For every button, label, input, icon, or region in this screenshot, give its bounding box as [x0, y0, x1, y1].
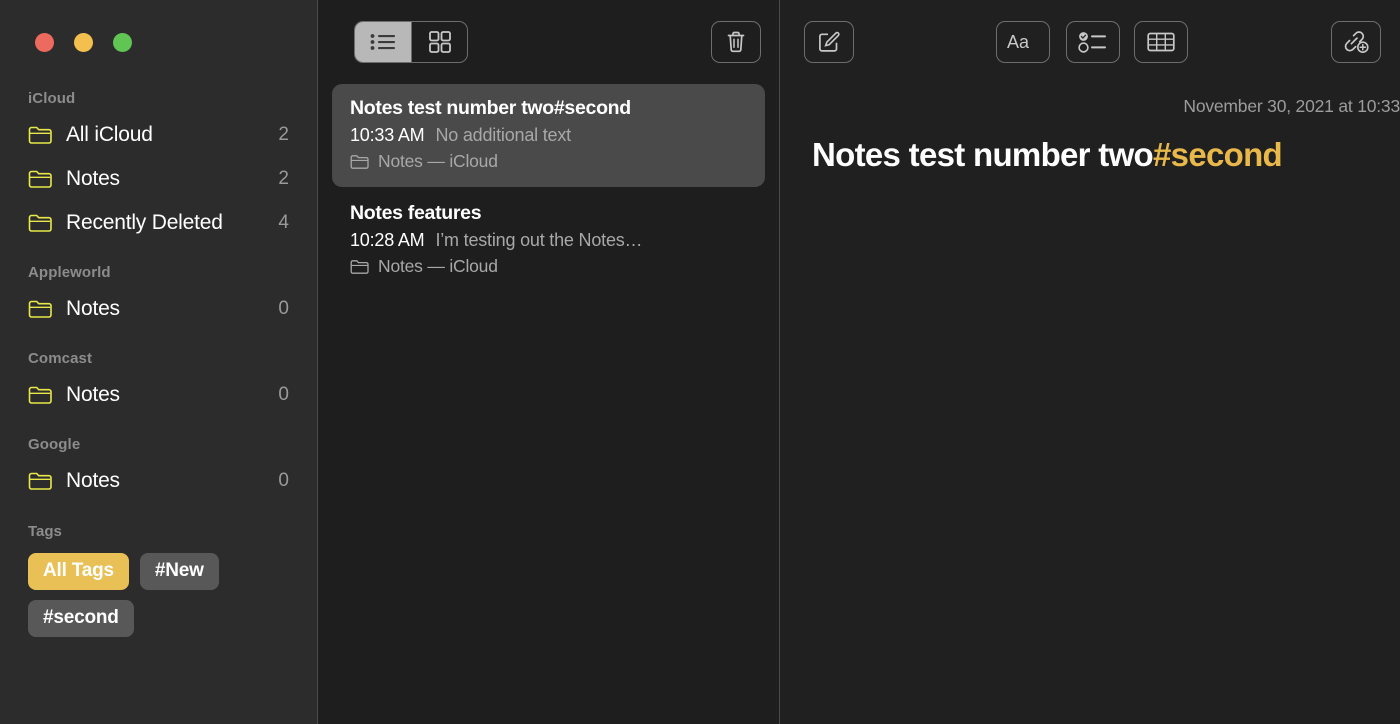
compose-icon[interactable] [804, 21, 854, 63]
sidebar-item-label: Notes [66, 469, 120, 492]
sidebar-item-count: 0 [278, 298, 289, 319]
note-item-meta: 10:33 AM No additional text [350, 125, 747, 146]
svg-text:Aa: Aa [1007, 32, 1030, 52]
note-item-folder-label: Notes — iCloud [378, 256, 498, 276]
sidebar-item-count: 0 [278, 384, 289, 405]
sidebar-item-label: Notes [66, 297, 120, 320]
note-item-folder: Notes — iCloud [350, 256, 747, 277]
folder-icon [28, 385, 52, 405]
sidebar-item-notes-google[interactable]: Notes 0 [0, 459, 317, 503]
add-link-icon[interactable] [1331, 21, 1381, 63]
note-item-snippet: I’m testing out the Notes… [435, 230, 643, 250]
sidebar-section-header-tags: Tags [28, 523, 62, 540]
sidebar-item-label: Recently Deleted [66, 211, 223, 234]
format-text-icon[interactable]: Aa [996, 21, 1050, 63]
note-item-folder: Notes — iCloud [350, 151, 747, 172]
folder-icon [28, 299, 52, 319]
sidebar-item-all-icloud[interactable]: All iCloud 2 [0, 113, 317, 157]
note-date: November 30, 2021 at 10:33 [1183, 96, 1400, 116]
close-button[interactable] [35, 33, 54, 52]
sidebar-item-count: 2 [278, 124, 289, 145]
zoom-button[interactable] [113, 33, 132, 52]
note-title-heading: Notes test number two#second [812, 136, 1283, 174]
note-list-item[interactable]: Notes test number two#second 10:33 AM No… [332, 84, 765, 187]
window-controls [35, 33, 132, 52]
checklist-icon[interactable] [1066, 21, 1120, 63]
minimize-button[interactable] [74, 33, 93, 52]
note-item-time: 10:33 AM [350, 125, 425, 145]
trash-icon[interactable] [711, 21, 761, 63]
folder-icon [350, 154, 369, 169]
note-list-panel: Notes test number two#second 10:33 AM No… [318, 0, 780, 724]
view-mode-segmented-control[interactable] [354, 21, 468, 63]
note-body-text[interactable] [812, 190, 1380, 714]
sidebar: iCloud All iCloud 2 Notes 2 Recently Del… [0, 0, 318, 724]
notes-window: iCloud All iCloud 2 Notes 2 Recently Del… [0, 0, 1400, 724]
tag-pill-all-tags[interactable]: All Tags [28, 553, 129, 590]
folder-icon [28, 471, 52, 491]
sidebar-item-label: Notes [66, 383, 120, 406]
note-list-item[interactable]: Notes features 10:28 AM I’m testing out … [332, 189, 765, 292]
sidebar-section-header-appleworld: Appleworld [28, 264, 111, 281]
folder-icon [28, 213, 52, 233]
sidebar-scroll-area: iCloud All iCloud 2 Notes 2 Recently Del… [0, 85, 317, 724]
tag-pill-new[interactable]: #New [139, 553, 219, 590]
tag-pill-second[interactable]: #second [28, 600, 134, 637]
note-title-tag: #second [1153, 136, 1283, 173]
sidebar-section-header-google: Google [28, 436, 81, 453]
note-item-snippet: No additional text [435, 125, 571, 145]
tag-list: All Tags #New #second [0, 547, 300, 637]
note-item-meta: 10:28 AM I’m testing out the Notes… [350, 230, 747, 251]
editor-toolbar: Aa [780, 0, 1400, 84]
note-item-time: 10:28 AM [350, 230, 425, 250]
note-editor-panel: Aa November 30, 2021 at 10:33 Notes test… [780, 0, 1400, 724]
note-item-folder-label: Notes — iCloud [378, 151, 498, 171]
sidebar-item-count: 4 [278, 212, 289, 233]
note-list: Notes test number two#second 10:33 AM No… [318, 84, 779, 292]
note-title-text: Notes test number two [812, 136, 1154, 173]
list-view-icon[interactable] [355, 22, 411, 62]
sidebar-item-label: All iCloud [66, 123, 153, 146]
gallery-view-icon[interactable] [411, 22, 467, 62]
sidebar-section-header-icloud: iCloud [28, 90, 76, 107]
sidebar-section-header-comcast: Comcast [28, 350, 93, 367]
note-item-title: Notes test number two#second [350, 97, 631, 119]
list-toolbar [318, 0, 779, 84]
sidebar-item-count: 2 [278, 168, 289, 189]
folder-icon [28, 125, 52, 145]
sidebar-item-label: Notes [66, 167, 120, 190]
folder-icon [350, 259, 369, 274]
table-icon[interactable] [1134, 21, 1188, 63]
sidebar-item-count: 0 [278, 470, 289, 491]
sidebar-item-recently-deleted[interactable]: Recently Deleted 4 [0, 201, 317, 245]
sidebar-item-notes-appleworld[interactable]: Notes 0 [0, 287, 317, 331]
note-item-title: Notes features [350, 202, 482, 224]
sidebar-item-notes-icloud[interactable]: Notes 2 [0, 157, 317, 201]
folder-icon [28, 169, 52, 189]
sidebar-item-notes-comcast[interactable]: Notes 0 [0, 373, 317, 417]
